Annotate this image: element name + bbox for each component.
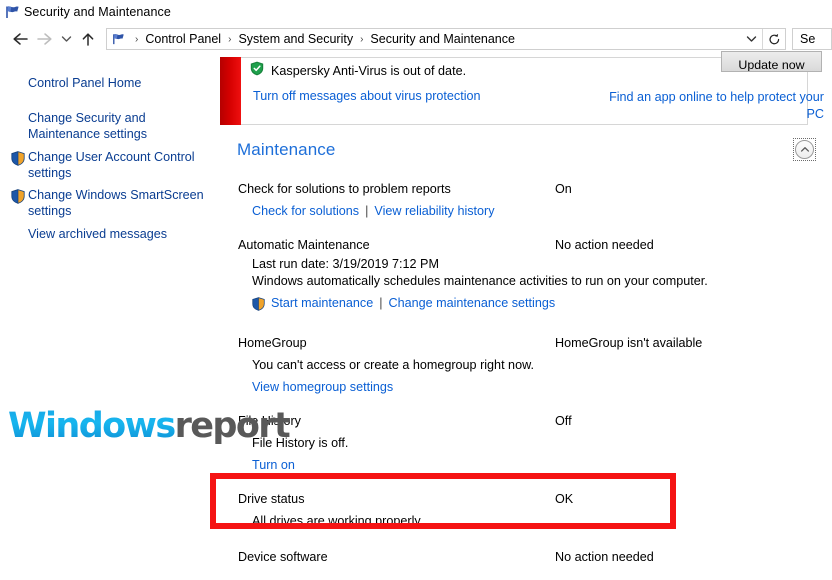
breadcrumb-item-control-panel[interactable]: Control Panel — [144, 32, 222, 46]
update-now-button[interactable]: Update now — [721, 51, 822, 72]
uac-shield-icon — [8, 187, 28, 204]
row-status: Off — [555, 414, 572, 428]
address-bar[interactable]: › Control Panel › System and Security › … — [106, 28, 786, 50]
flag-icon — [0, 5, 24, 19]
breadcrumb-item-system-and-security[interactable]: System and Security — [237, 32, 354, 46]
check-for-solutions-link[interactable]: Check for solutions — [252, 204, 359, 218]
row-links: Turn on — [252, 458, 295, 472]
row-title: HomeGroup — [238, 336, 307, 350]
refresh-icon[interactable] — [762, 29, 785, 49]
breadcrumb-separator: › — [360, 33, 364, 45]
forward-button[interactable] — [32, 26, 56, 52]
row-detail-last-run: Last run date: 3/19/2019 7:12 PM — [252, 257, 439, 271]
sidebar-item-change-user-account-control-settings[interactable]: Change User Account Control settings — [0, 149, 210, 182]
row-title: Drive status — [238, 492, 305, 506]
row-status: OK — [555, 492, 574, 506]
row-links: Start maintenance | Change maintenance s… — [252, 296, 556, 311]
row-status: On — [555, 182, 572, 196]
search-input-value: Se — [800, 32, 816, 46]
content-pane: Kaspersky Anti-Virus is out of date. Tur… — [210, 51, 832, 580]
turn-on-file-history-link[interactable]: Turn on — [252, 458, 295, 472]
watermark-text-windows: Windows — [8, 406, 176, 446]
row-status: HomeGroup isn't available — [555, 336, 703, 350]
up-one-level-button[interactable] — [76, 26, 100, 52]
sidebar-item-change-windows-smartscreen-settings[interactable]: Change Windows SmartScreen settings — [0, 187, 210, 220]
window-title-bar: Security and Maintenance — [0, 0, 832, 24]
maintenance-collapse-button[interactable] — [793, 138, 816, 161]
search-input[interactable]: Se — [792, 28, 832, 50]
row-detail-description: You can't access or create a homegroup r… — [252, 358, 534, 372]
sidebar-item-control-panel-home[interactable]: Control Panel Home — [0, 75, 210, 92]
sidebar-item-view-archived-messages[interactable]: View archived messages — [0, 226, 210, 243]
link-separator: | — [379, 296, 383, 310]
row-detail-description: Windows automatically schedules maintena… — [252, 274, 708, 288]
view-reliability-history-link[interactable]: View reliability history — [374, 204, 494, 218]
row-links: Check for solutions | View reliability h… — [252, 204, 495, 218]
windowsreport-watermark: Windows report — [8, 406, 291, 446]
link-separator: | — [365, 204, 369, 218]
sidebar-item-change-security-and-maintenance-settings[interactable]: Change Security and Maintenance settings — [0, 110, 210, 143]
sidebar-item-label: Change Security and Maintenance settings — [28, 110, 148, 142]
alert-message-row: Kaspersky Anti-Virus is out of date. — [250, 61, 466, 81]
sidebar-item-label: View archived messages — [28, 226, 168, 241]
row-links: View homegroup settings — [252, 380, 393, 394]
green-shield-check-icon — [250, 61, 264, 81]
sidebar-item-label: Control Panel Home — [28, 76, 142, 90]
alert-message-text: Kaspersky Anti-Virus is out of date. — [271, 64, 467, 78]
window-title: Security and Maintenance — [24, 5, 171, 19]
sidebar-item-label: Change User Account Control settings — [28, 149, 195, 181]
turn-off-virus-messages-link[interactable]: Turn off messages about virus protection — [253, 89, 481, 103]
navigation-sidebar: Control Panel Home Change Security and M… — [0, 56, 210, 580]
sidebar-item-label: Change Windows SmartScreen settings — [28, 187, 204, 219]
breadcrumb-item-security-and-maintenance[interactable]: Security and Maintenance — [369, 32, 516, 46]
row-title: Device software — [238, 550, 328, 564]
start-maintenance-link[interactable]: Start maintenance — [271, 296, 373, 310]
breadcrumb-flag-icon — [107, 33, 129, 45]
breadcrumb-separator: › — [135, 33, 139, 45]
uac-shield-icon — [252, 297, 265, 311]
back-button[interactable] — [8, 26, 32, 52]
view-homegroup-settings-link[interactable]: View homegroup settings — [252, 380, 393, 394]
maintenance-section-heading[interactable]: Maintenance — [237, 140, 335, 160]
row-status: No action needed — [555, 550, 654, 564]
change-maintenance-settings-link[interactable]: Change maintenance settings — [389, 296, 556, 310]
row-title: Check for solutions to problem reports — [238, 182, 451, 196]
breadcrumb-separator: › — [228, 33, 232, 45]
alert-severity-stripe — [220, 57, 241, 125]
update-now-button-label: Update now — [738, 58, 805, 72]
row-title: Automatic Maintenance — [238, 238, 370, 252]
chevron-up-circle-icon — [795, 140, 814, 159]
recent-locations-button[interactable] — [56, 26, 76, 52]
watermark-text-report: report — [174, 406, 291, 446]
row-status: No action needed — [555, 238, 654, 252]
chevron-down-icon[interactable] — [740, 29, 762, 49]
address-toolbar: › Control Panel › System and Security › … — [0, 24, 832, 54]
find-app-online-link[interactable]: Find an app online to help protect your … — [592, 89, 824, 123]
uac-shield-icon — [8, 149, 28, 166]
row-detail-description: All drives are working properly. — [252, 514, 424, 528]
